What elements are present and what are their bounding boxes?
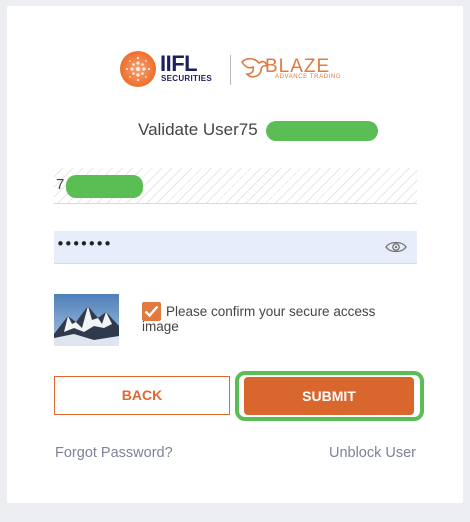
- logo-divider: [230, 55, 231, 85]
- user-id-value: 7: [56, 176, 65, 193]
- redaction-mark: [266, 121, 378, 141]
- redaction-mark: [66, 175, 143, 198]
- blaze-tagline: ADVANCE TRADING: [275, 74, 342, 80]
- submit-button[interactable]: SUBMIT: [244, 377, 414, 415]
- password-value: •••••••: [56, 235, 112, 253]
- password-input[interactable]: •••••••: [54, 231, 417, 264]
- iifl-emblem-icon: [120, 51, 156, 87]
- iifl-sub-text: SECURITIES: [161, 74, 213, 83]
- eye-icon[interactable]: [385, 239, 407, 255]
- secure-image-confirm-label: Please confirm your secure access image: [142, 304, 376, 334]
- unblock-user-link[interactable]: Unblock User: [329, 445, 416, 461]
- secure-access-image: [54, 294, 119, 346]
- blaze-logo: BLAZE ADVANCE TRADING: [239, 51, 351, 87]
- forgot-password-link[interactable]: Forgot Password?: [55, 445, 173, 461]
- iifl-securities-logo: IIFL SECURITIES: [116, 48, 224, 90]
- page-title: Validate User75: [138, 120, 258, 139]
- back-button[interactable]: BACK: [54, 376, 230, 415]
